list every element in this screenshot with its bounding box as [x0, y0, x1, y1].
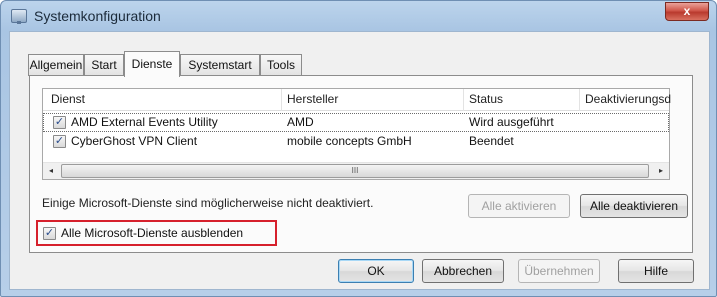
service-name: AMD External Events Utility: [71, 115, 218, 129]
service-status: Wird ausgeführt: [469, 115, 554, 129]
window-title: Systemkonfiguration: [34, 8, 161, 24]
tab-allgemein[interactable]: Allgemein: [28, 54, 84, 76]
system-config-icon: [11, 9, 27, 24]
hide-microsoft-services-label[interactable]: Alle Microsoft-Dienste ausblenden: [61, 226, 243, 240]
service-row-amd[interactable]: ✓ AMD External Events Utility AMD Wird a…: [43, 113, 669, 132]
column-separator[interactable]: [281, 89, 282, 111]
microsoft-services-info: Einige Microsoft-Dienste sind möglicherw…: [42, 196, 374, 210]
column-deaktivierungsdatum[interactable]: Deaktivierungsd: [585, 92, 671, 106]
service-checkbox-amd[interactable]: ✓: [53, 116, 66, 129]
service-name: CyberGhost VPN Client: [71, 134, 198, 148]
dialog-body: Allgemein Start Dienste Systemstart Tool…: [9, 31, 710, 290]
disable-all-button[interactable]: Alle deaktivieren: [580, 194, 688, 218]
service-vendor: AMD: [287, 115, 314, 129]
services-list[interactable]: Dienst Hersteller Status Deaktivierungsd…: [42, 88, 671, 180]
system-configuration-window: Systemkonfiguration x Allgemein Start Di…: [0, 0, 717, 297]
column-separator[interactable]: [579, 89, 580, 111]
tab-systemstart[interactable]: Systemstart: [180, 54, 260, 76]
hide-microsoft-services-option[interactable]: ✓ Alle Microsoft-Dienste ausblenden: [36, 220, 277, 246]
tab-start[interactable]: Start: [84, 54, 124, 76]
cancel-button[interactable]: Abbrechen: [422, 259, 504, 283]
service-vendor: mobile concepts GmbH: [287, 134, 412, 148]
tab-tools[interactable]: Tools: [260, 54, 302, 76]
scrollbar-thumb[interactable]: III: [61, 164, 649, 178]
column-hersteller[interactable]: Hersteller: [287, 92, 338, 106]
tab-dienste[interactable]: Dienste: [124, 51, 180, 77]
column-separator[interactable]: [463, 89, 464, 111]
close-button[interactable]: x: [665, 2, 709, 21]
horizontal-scrollbar[interactable]: ◂ III ▸: [43, 162, 669, 179]
column-dienst[interactable]: Dienst: [51, 92, 85, 106]
enable-all-button[interactable]: Alle aktivieren: [468, 194, 570, 218]
service-checkbox-cyberghost[interactable]: ✓: [53, 135, 66, 148]
apply-button[interactable]: Übernehmen: [518, 259, 600, 283]
service-status: Beendet: [469, 134, 514, 148]
title-bar[interactable]: Systemkonfiguration x: [1, 1, 716, 31]
ok-button[interactable]: OK: [338, 259, 414, 283]
column-status[interactable]: Status: [469, 92, 503, 106]
scroll-left-arrow-icon[interactable]: ◂: [43, 163, 59, 179]
help-button[interactable]: Hilfe: [618, 259, 694, 283]
dienste-panel: Dienst Hersteller Status Deaktivierungsd…: [29, 75, 693, 253]
scroll-right-arrow-icon[interactable]: ▸: [653, 163, 669, 179]
service-row-cyberghost[interactable]: ✓ CyberGhost VPN Client mobile concepts …: [43, 132, 669, 151]
hide-microsoft-services-checkbox[interactable]: ✓: [43, 227, 56, 240]
services-list-header: Dienst Hersteller Status Deaktivierungsd: [43, 89, 671, 111]
